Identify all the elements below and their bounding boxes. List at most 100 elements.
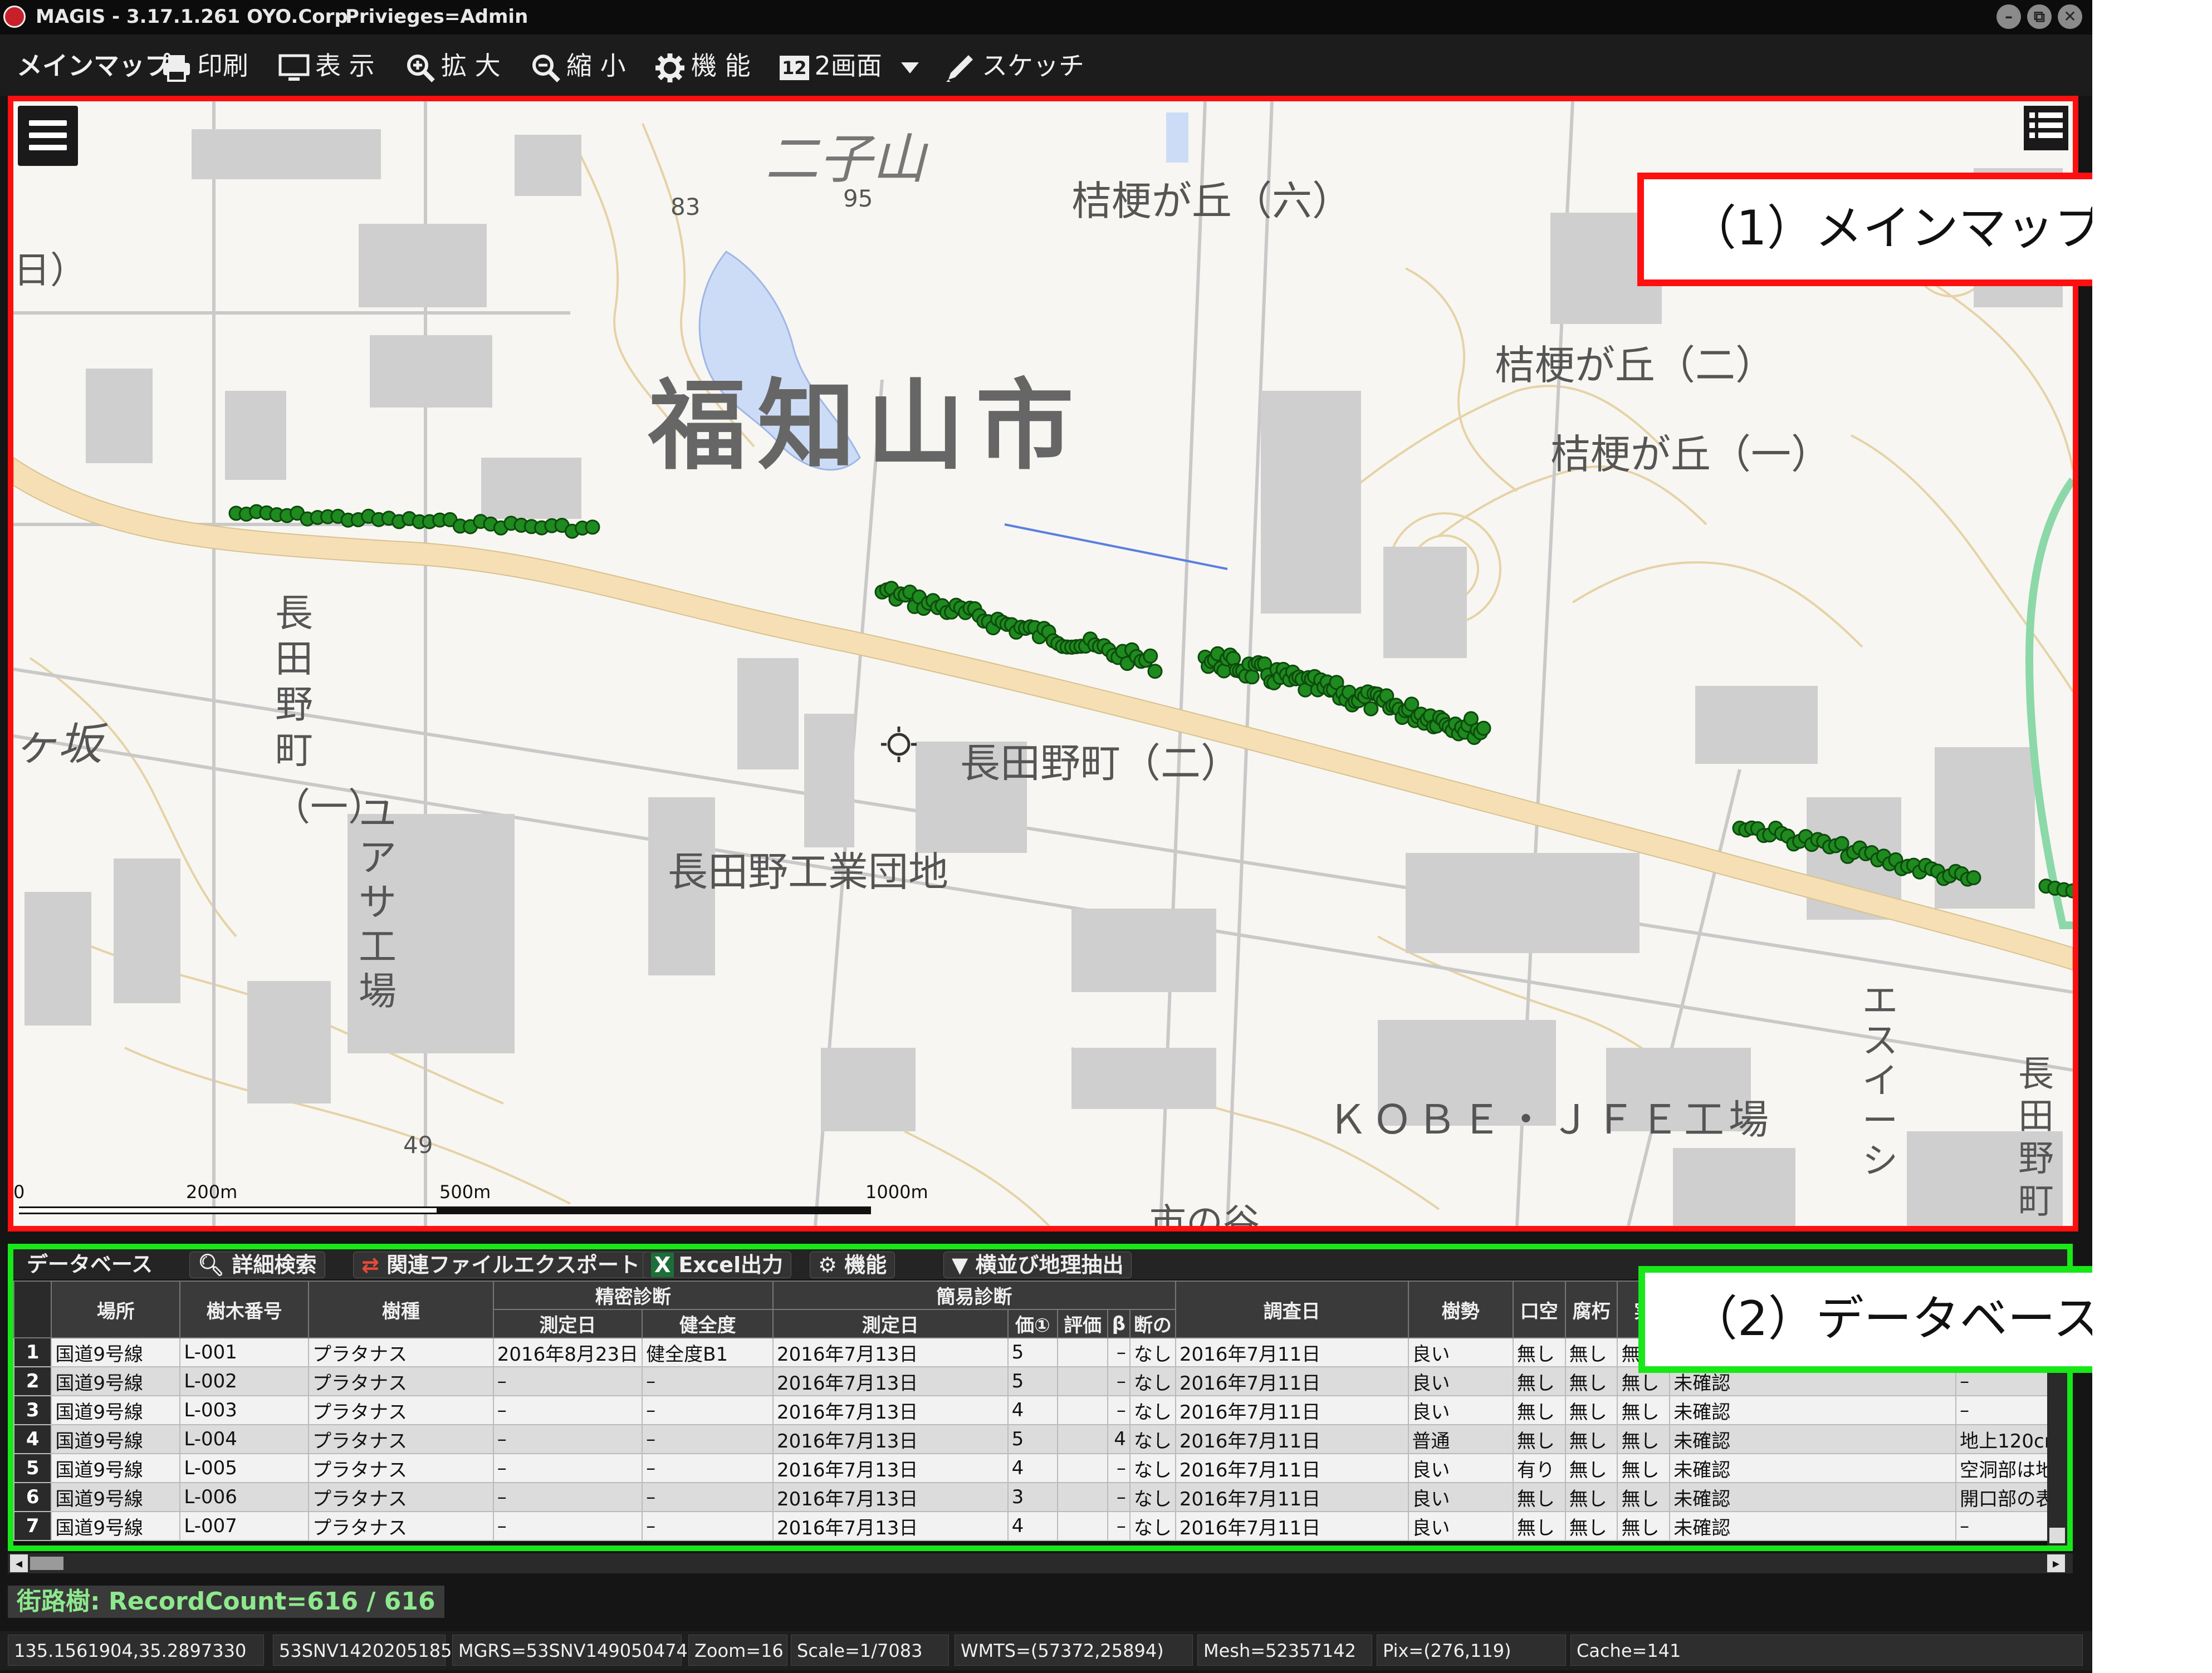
table-row[interactable]: 6 国道9号線 L-006 プラタナス – –2016年7月13日 3– なし 2016年7月1… <box>13 1482 2067 1512</box>
cell-simple-date[interactable]: 2016年7月13日 <box>772 1511 1009 1541</box>
street-tree-point[interactable] <box>1834 836 1849 851</box>
cell-precise-health[interactable]: – <box>642 1424 774 1454</box>
row-number[interactable]: 6 <box>13 1482 52 1512</box>
header-simple-c4[interactable]: 断の <box>1129 1309 1176 1338</box>
cell-vigor[interactable]: 良い <box>1407 1395 1514 1425</box>
cell-species[interactable]: プラタナス <box>307 1395 494 1425</box>
cell-simple-c4[interactable]: なし <box>1129 1395 1176 1425</box>
map-menu-button[interactable] <box>18 106 78 166</box>
minimize-button[interactable]: – <box>1996 4 2021 29</box>
cell-place[interactable]: 国道9号線 <box>51 1511 181 1541</box>
cell-hollow[interactable]: 無し <box>1512 1366 1566 1396</box>
header-vigor[interactable]: 樹勢 <box>1407 1280 1514 1338</box>
street-tree-point[interactable] <box>1966 870 1981 885</box>
cell-vigor[interactable]: 良い <box>1407 1337 1514 1367</box>
cell-fruit[interactable]: 無し <box>1617 1511 1671 1541</box>
row-number[interactable]: 5 <box>13 1453 52 1483</box>
cell-fruit[interactable]: 無し <box>1617 1482 1671 1512</box>
street-tree-point[interactable] <box>1363 701 1379 717</box>
cell-precise-date[interactable]: – <box>492 1453 643 1483</box>
cell-simple-c2[interactable] <box>1057 1453 1108 1483</box>
cell-check[interactable]: 未確認 <box>1669 1424 1957 1454</box>
cell-rot[interactable]: 無し <box>1564 1482 1618 1512</box>
cell-simple-c3[interactable]: – <box>1107 1511 1131 1541</box>
cell-simple-c3[interactable]: – <box>1107 1337 1131 1367</box>
cell-fruit[interactable]: 無し <box>1617 1424 1671 1454</box>
cell-simple-c1[interactable]: 4 <box>1007 1453 1059 1483</box>
cell-vigor[interactable]: 良い <box>1407 1511 1514 1541</box>
cell-tree-no[interactable]: L-004 <box>179 1424 309 1454</box>
cell-survey-date[interactable]: 2016年7月11日 <box>1174 1366 1409 1396</box>
cell-vigor[interactable]: 良い <box>1407 1482 1514 1512</box>
header-species[interactable]: 樹種 <box>307 1280 494 1338</box>
street-tree-point[interactable] <box>1147 664 1163 679</box>
cell-check[interactable]: 未確認 <box>1669 1511 1957 1541</box>
cell-simple-date[interactable]: 2016年7月13日 <box>772 1395 1009 1425</box>
cell-precise-health[interactable]: – <box>642 1482 774 1512</box>
cell-survey-date[interactable]: 2016年7月11日 <box>1174 1453 1409 1483</box>
main-map-label[interactable]: メインマップ <box>17 49 170 82</box>
cell-simple-date[interactable]: 2016年7月13日 <box>772 1482 1009 1512</box>
header-place[interactable]: 場所 <box>51 1280 181 1338</box>
detail-search-button[interactable]: 🔍︎ 詳細検索 <box>189 1252 325 1278</box>
table-row[interactable]: 5 国道9号線 L-005 プラタナス – –2016年7月13日 4– なし 2016年7月1… <box>13 1453 2067 1483</box>
street-tree-point[interactable] <box>585 519 600 535</box>
cell-survey-date[interactable]: 2016年7月11日 <box>1174 1424 1409 1454</box>
cell-rot[interactable]: 無し <box>1564 1337 1618 1367</box>
cell-rot[interactable]: 無し <box>1564 1366 1618 1396</box>
geo-extract-button[interactable]: ▼ 横並び地理抽出 <box>943 1252 1132 1278</box>
cell-place[interactable]: 国道9号線 <box>51 1366 181 1396</box>
street-tree-point[interactable] <box>1476 720 1491 736</box>
street-tree-point[interactable] <box>1143 648 1158 664</box>
cell-check[interactable]: 未確認 <box>1669 1482 1957 1512</box>
cell-simple-c2[interactable] <box>1057 1395 1108 1425</box>
cell-tree-no[interactable]: L-001 <box>179 1337 309 1367</box>
cell-simple-date[interactable]: 2016年7月13日 <box>772 1366 1009 1396</box>
cell-survey-date[interactable]: 2016年7月11日 <box>1174 1337 1409 1367</box>
cell-tree-no[interactable]: L-007 <box>179 1511 309 1541</box>
cell-simple-c1[interactable]: 5 <box>1007 1424 1059 1454</box>
header-survey-date[interactable]: 調査日 <box>1174 1280 1409 1338</box>
cell-simple-c3[interactable]: – <box>1107 1453 1131 1483</box>
cell-species[interactable]: プラタナス <box>307 1511 494 1541</box>
cell-simple-c1[interactable]: 4 <box>1007 1511 1059 1541</box>
cell-survey-date[interactable]: 2016年7月11日 <box>1174 1511 1409 1541</box>
cell-rot[interactable]: 無し <box>1564 1424 1618 1454</box>
cell-simple-c4[interactable]: なし <box>1129 1453 1176 1483</box>
cell-simple-c3[interactable]: – <box>1107 1366 1131 1396</box>
database-tab[interactable]: データベース <box>19 1252 160 1277</box>
cell-simple-c4[interactable]: なし <box>1129 1511 1176 1541</box>
street-tree-point[interactable] <box>1244 669 1260 685</box>
close-button[interactable]: ✕ <box>2058 4 2082 29</box>
cell-precise-health[interactable]: 健全度B1 <box>642 1337 774 1367</box>
cell-precise-date[interactable]: – <box>492 1511 643 1541</box>
cell-simple-c1[interactable]: 5 <box>1007 1366 1059 1396</box>
row-number[interactable]: 2 <box>13 1366 52 1396</box>
cell-species[interactable]: プラタナス <box>307 1453 494 1483</box>
header-precise-health[interactable]: 健全度 <box>642 1309 774 1338</box>
cell-hollow[interactable]: 無し <box>1512 1511 1566 1541</box>
file-export-button[interactable]: ⇄ 関連ファイルエクスポート <box>353 1252 648 1278</box>
cell-simple-c4[interactable]: なし <box>1129 1366 1176 1396</box>
header-simple-c2[interactable]: 評価 <box>1057 1309 1108 1338</box>
row-number[interactable]: 7 <box>13 1511 52 1541</box>
cell-simple-c2[interactable] <box>1057 1482 1108 1512</box>
street-tree-point[interactable] <box>2065 883 2073 899</box>
row-number[interactable]: 3 <box>13 1395 52 1425</box>
table-row[interactable]: 3 国道9号線 L-003 プラタナス – –2016年7月13日 4– なし 2016年7月1… <box>13 1395 2067 1425</box>
zoom-out-button[interactable]: 縮 小 <box>531 49 626 82</box>
cell-simple-c3[interactable]: – <box>1107 1395 1131 1425</box>
header-precise-date[interactable]: 測定日 <box>492 1309 643 1338</box>
cell-precise-health[interactable]: – <box>642 1366 774 1396</box>
cell-precise-date[interactable]: – <box>492 1366 643 1396</box>
cell-hollow[interactable]: 無し <box>1512 1424 1566 1454</box>
cell-hollow[interactable]: 無し <box>1512 1395 1566 1425</box>
cell-simple-c2[interactable] <box>1057 1511 1108 1541</box>
header-tree-no[interactable]: 樹木番号 <box>179 1280 309 1338</box>
cell-survey-date[interactable]: 2016年7月11日 <box>1174 1482 1409 1512</box>
cell-vigor[interactable]: 良い <box>1407 1366 1514 1396</box>
cell-simple-c1[interactable]: 3 <box>1007 1482 1059 1512</box>
cell-precise-health[interactable]: – <box>642 1453 774 1483</box>
grid-corner[interactable] <box>13 1280 52 1338</box>
maximize-button[interactable]: ⧉ <box>2027 4 2052 29</box>
